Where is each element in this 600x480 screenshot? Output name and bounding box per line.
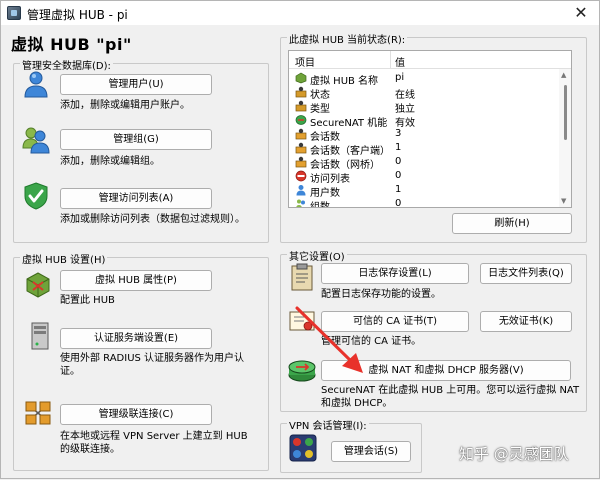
cascade-desc-line2: 的级联连接。 <box>60 444 120 455</box>
auth-server-desc-line1: 使用外部 RADIUS 认证服务器作为用户认 <box>60 353 245 364</box>
group-icon <box>22 127 50 154</box>
status-row-value: 0 <box>395 156 402 167</box>
status-row-value: 1 <box>395 142 402 153</box>
close-button[interactable]: ✕ <box>571 3 591 23</box>
users-icon <box>296 185 306 196</box>
status-label: 此虚拟 HUB 当前状态(R): <box>287 31 408 46</box>
manage-groups-desc: 添加，删除或编辑组。 <box>60 156 160 167</box>
status-row[interactable]: SecureNAT 机能 有效 <box>289 113 559 129</box>
status-row[interactable]: 用户数 1 <box>289 183 559 199</box>
scroll-thumb[interactable] <box>564 85 567 140</box>
auth-server-desc-line2: 证。 <box>60 366 80 377</box>
cascade-desc-line1: 在本地或远程 VPN Server 上建立到 HUB <box>60 431 248 442</box>
status-row[interactable]: 虚拟 HUB 名称 pi <box>289 71 559 87</box>
invalid-cert-button[interactable]: 无效证书(K) <box>480 311 572 332</box>
vpn-sessions-label: VPN 会话管理(I): <box>287 417 369 432</box>
manage-acl-button[interactable]: 管理访问列表(A) <box>60 188 212 209</box>
virtual-nat-desc-line1: SecureNAT 在此虚拟 HUB 上可用。您可以运行虚拟 NAT <box>321 385 580 396</box>
column-header-item[interactable]: 项目 <box>295 54 315 69</box>
other-settings-label: 其它设置(O) <box>287 248 347 263</box>
cascade-network-icon <box>25 401 51 425</box>
status-row-value: 1 <box>395 184 402 195</box>
app-icon <box>7 6 21 20</box>
zhihu-watermark: 知乎 @灵感团队 <box>459 445 569 463</box>
auth-server-desc: 使用外部 RADIUS 认证服务器作为用户认 证。 <box>60 352 244 378</box>
status-row[interactable]: 状态 在线 <box>289 85 559 101</box>
status-row[interactable]: 会话数 3 <box>289 127 559 143</box>
hub-settings-label: 虚拟 HUB 设置(H) <box>20 251 108 266</box>
log-files-button[interactable]: 日志文件列表(Q) <box>480 263 572 284</box>
log-settings-desc: 配置日志保存功能的设置。 <box>321 289 441 300</box>
hub-properties-icon <box>26 272 50 298</box>
status-icon <box>295 86 307 98</box>
scroll-up-arrow-icon[interactable]: ▲ <box>561 71 566 79</box>
hub-properties-desc: 配置此 HUB <box>60 295 115 306</box>
status-row-value: pi <box>395 72 405 83</box>
scroll-down-arrow-icon[interactable]: ▼ <box>561 197 566 205</box>
status-row[interactable]: 会话数（网桥） 0 <box>289 155 559 171</box>
hub-icon <box>295 72 307 84</box>
groups-icon <box>296 199 305 207</box>
status-row-key: 组数 <box>310 202 330 208</box>
column-separator <box>390 51 391 69</box>
virtual-nat-desc-line2: 和虚拟 DHCP。 <box>321 398 393 409</box>
session-client-icon <box>295 142 307 154</box>
session-bridge-icon <box>295 156 307 168</box>
status-row[interactable]: 会话数（客户端） 1 <box>289 141 559 157</box>
trusted-ca-button[interactable]: 可信的 CA 证书(T) <box>321 311 469 332</box>
auth-server-button[interactable]: 认证服务端设置(E) <box>60 328 212 349</box>
manage-groups-button[interactable]: 管理组(G) <box>60 129 212 150</box>
user-icon <box>24 71 48 98</box>
status-list-header: 项目 值 <box>289 51 571 69</box>
window-title: 管理虚拟 HUB - pi <box>27 8 128 22</box>
status-row-value: 3 <box>395 128 402 139</box>
hub-properties-button[interactable]: 虚拟 HUB 属性(P) <box>60 270 212 291</box>
status-row[interactable]: 类型 独立 <box>289 99 559 115</box>
log-clipboard-icon <box>291 263 313 291</box>
title-bar: 管理虚拟 HUB - pi ✕ <box>1 1 599 25</box>
hub-title: 虚拟 HUB "pi" <box>11 35 132 54</box>
manage-sessions-button[interactable]: 管理会话(S) <box>331 441 411 462</box>
certificate-icon <box>289 311 315 331</box>
acl-icon <box>295 170 307 182</box>
manage-acl-desc: 添加或删除访问列表（数据包过滤规则）。 <box>60 214 245 225</box>
trusted-ca-desc: 管理可信的 CA 证书。 <box>321 336 422 347</box>
cascade-desc: 在本地或远程 VPN Server 上建立到 HUB 的级联连接。 <box>60 430 248 456</box>
manage-users-button[interactable]: 管理用户(U) <box>60 74 212 95</box>
virtual-nat-dhcp-button[interactable]: 虚拟 NAT 和虚拟 DHCP 服务器(V) <box>321 360 571 381</box>
status-row[interactable]: 访问列表 0 <box>289 169 559 185</box>
checkmark-shield-icon <box>24 182 48 210</box>
log-settings-button[interactable]: 日志保存设置(L) <box>321 263 469 284</box>
manage-users-desc: 添加，删除或编辑用户账户。 <box>60 100 190 111</box>
cascade-button[interactable]: 管理级联连接(C) <box>60 404 212 425</box>
session-icon <box>295 128 307 140</box>
refresh-button[interactable]: 刷新(H) <box>452 213 572 234</box>
status-row[interactable]: 组数 0 <box>289 197 559 208</box>
virtual-nat-desc: SecureNAT 在此虚拟 HUB 上可用。您可以运行虚拟 NAT 和虚拟 D… <box>321 384 579 410</box>
column-header-value[interactable]: 值 <box>395 54 405 69</box>
manage-hub-window: 管理虚拟 HUB - pi ✕ 虚拟 HUB "pi" 管理安全数据库(D): … <box>0 0 600 479</box>
status-list[interactable]: 项目 值 虚拟 HUB 名称 pi 状态 在线 类型 独立 SecureNAT … <box>288 50 572 208</box>
securenat-router-icon <box>288 360 316 382</box>
server-icon <box>31 322 49 350</box>
securenat-icon <box>295 115 307 125</box>
status-row-value: 0 <box>395 170 402 181</box>
status-list-scrollbar[interactable]: ▲ ▼ <box>559 69 571 207</box>
sessions-grid-icon <box>289 434 317 462</box>
status-row-value: 0 <box>395 198 402 208</box>
type-icon <box>295 100 307 112</box>
